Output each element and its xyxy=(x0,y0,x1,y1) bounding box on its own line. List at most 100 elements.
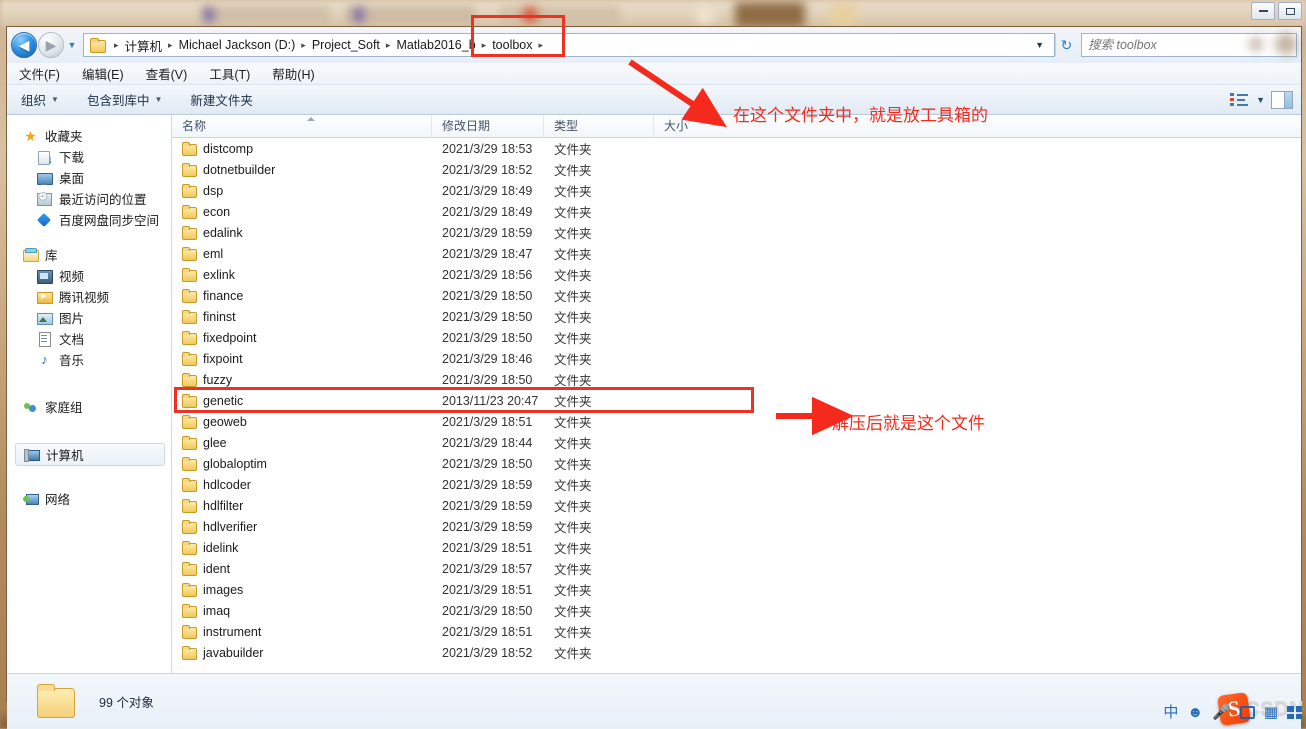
table-row[interactable]: instrument2021/3/29 18:51文件夹 xyxy=(172,621,1301,642)
file-name-cell: dotnetbuilder xyxy=(172,163,442,177)
sidebar-item-documents[interactable]: 文档 xyxy=(7,328,171,349)
table-row[interactable]: globaloptim2021/3/29 18:50文件夹 xyxy=(172,453,1301,474)
file-name-label: exlink xyxy=(203,268,235,282)
menu-item-help[interactable]: 帮助(H) xyxy=(272,64,314,83)
folder-icon xyxy=(182,142,196,155)
sidebar-item-music[interactable]: ♪ 音乐 xyxy=(7,349,171,370)
column-header-size[interactable]: 大小 xyxy=(654,115,774,138)
sidebar-label: 收藏夹 xyxy=(45,126,83,145)
search-box[interactable] xyxy=(1081,33,1297,57)
table-row[interactable]: exlink2021/3/29 18:56文件夹 xyxy=(172,264,1301,285)
search-input[interactable] xyxy=(1088,38,1290,52)
menu-bar: 文件(F) 编辑(E) 查看(V) 工具(T) 帮助(H) xyxy=(7,63,1301,85)
file-name-label: imaq xyxy=(203,604,230,618)
table-row[interactable]: dotnetbuilder2021/3/29 18:52文件夹 xyxy=(172,159,1301,180)
sidebar-item-downloads[interactable]: 下载 xyxy=(7,146,171,167)
include-in-library-button[interactable]: 包含到库中 ▼ xyxy=(87,90,162,109)
table-row[interactable]: imaq2021/3/29 18:50文件夹 xyxy=(172,600,1301,621)
file-name-label: finance xyxy=(203,289,243,303)
table-row[interactable]: hdlfilter2021/3/29 18:59文件夹 xyxy=(172,495,1301,516)
file-name-cell: imaq xyxy=(172,604,442,618)
table-row[interactable]: ident2021/3/29 18:57文件夹 xyxy=(172,558,1301,579)
sidebar-item-libraries[interactable]: 库 xyxy=(7,244,171,265)
sidebar-label: 百度网盘同步空间 xyxy=(59,210,159,229)
explorer-body: ★ 收藏夹 下载 桌面 最近访问的位置 百度网盘同步空间 xyxy=(7,115,1301,673)
table-row[interactable]: idelink2021/3/29 18:51文件夹 xyxy=(172,537,1301,558)
forward-button[interactable]: ▶ xyxy=(38,32,64,58)
breadcrumb-dropdown-icon[interactable]: ▼ xyxy=(1027,40,1052,50)
sidebar-item-pictures[interactable]: 图片 xyxy=(7,307,171,328)
file-list-pane[interactable]: 名称 修改日期 类型 大小 distcomp2021/3/29 18:53文件夹… xyxy=(172,115,1301,673)
table-row[interactable]: geoweb2021/3/29 18:51文件夹 xyxy=(172,411,1301,432)
table-row[interactable]: fininst2021/3/29 18:50文件夹 xyxy=(172,306,1301,327)
column-header-date[interactable]: 修改日期 xyxy=(432,115,544,138)
sidebar-item-recent-places[interactable]: 最近访问的位置 xyxy=(7,188,171,209)
column-header-type[interactable]: 类型 xyxy=(544,115,654,138)
ime-chinese-icon[interactable]: 中 xyxy=(1163,705,1178,720)
table-row[interactable]: distcomp2021/3/29 18:53文件夹 xyxy=(172,138,1301,159)
breadcrumb[interactable]: ▸ 计算机 ▸ Michael Jackson (D:) ▸ Project_S… xyxy=(83,33,1055,57)
table-row[interactable]: eml2021/3/29 18:47文件夹 xyxy=(172,243,1301,264)
table-row[interactable]: econ2021/3/29 18:49文件夹 xyxy=(172,201,1301,222)
menu-item-view[interactable]: 查看(V) xyxy=(146,64,188,83)
ime-smiley-icon[interactable]: ☻ xyxy=(1187,705,1203,720)
new-folder-button[interactable]: 新建文件夹 xyxy=(190,90,253,109)
table-row[interactable]: fixpoint2021/3/29 18:46文件夹 xyxy=(172,348,1301,369)
file-name-cell: geoweb xyxy=(172,415,442,429)
table-row[interactable]: edalink2021/3/29 18:59文件夹 xyxy=(172,222,1301,243)
breadcrumb-item-project-soft[interactable]: Project_Soft xyxy=(311,36,381,54)
folder-icon xyxy=(182,289,196,302)
sidebar-item-tencent-video[interactable]: 腾讯视频 xyxy=(7,286,171,307)
organize-button[interactable]: 组织 ▼ xyxy=(21,90,59,109)
view-mode-icon[interactable] xyxy=(1230,92,1250,108)
table-row[interactable]: fixedpoint2021/3/29 18:50文件夹 xyxy=(172,327,1301,348)
ime-keyboard-icon[interactable] xyxy=(1240,706,1255,719)
ime-menu-icon[interactable] xyxy=(1287,706,1302,719)
sidebar-item-network[interactable]: 网络 xyxy=(7,488,171,509)
menu-item-edit[interactable]: 编辑(E) xyxy=(82,64,124,83)
table-row[interactable]: javabuilder2021/3/29 18:52文件夹 xyxy=(172,642,1301,663)
navigation-sidebar[interactable]: ★ 收藏夹 下载 桌面 最近访问的位置 百度网盘同步空间 xyxy=(7,115,172,673)
breadcrumb-item-toolbox[interactable]: toolbox xyxy=(491,36,533,54)
ime-microphone-icon[interactable]: 🎤 xyxy=(1212,705,1231,720)
column-header-name[interactable]: 名称 xyxy=(172,115,432,138)
refresh-icon[interactable]: ↻ xyxy=(1055,34,1077,56)
restore-button[interactable] xyxy=(1278,2,1302,20)
sidebar-item-desktop[interactable]: 桌面 xyxy=(7,167,171,188)
table-row[interactable]: images2021/3/29 18:51文件夹 xyxy=(172,579,1301,600)
ime-screenshot-icon[interactable]: ▦ xyxy=(1264,705,1278,720)
breadcrumb-item-drive[interactable]: Michael Jackson (D:) xyxy=(178,36,297,54)
file-type-cell: 文件夹 xyxy=(554,412,664,431)
table-row[interactable]: fuzzy2021/3/29 18:50文件夹 xyxy=(172,369,1301,390)
breadcrumb-item-matlab[interactable]: Matlab2016_b xyxy=(395,36,476,54)
preview-pane-button[interactable] xyxy=(1271,91,1293,109)
file-date-cell: 2021/3/29 18:53 xyxy=(442,142,554,156)
file-type-cell: 文件夹 xyxy=(554,580,664,599)
sidebar-item-videos[interactable]: 视频 xyxy=(7,265,171,286)
folder-icon xyxy=(182,583,196,596)
breadcrumb-item-computer[interactable]: 计算机 xyxy=(124,34,164,57)
minimize-button[interactable] xyxy=(1251,2,1275,20)
sidebar-item-favorites[interactable]: ★ 收藏夹 xyxy=(7,125,171,146)
chevron-down-icon[interactable]: ▼ xyxy=(1256,95,1265,105)
table-row[interactable]: genetic2013/11/23 20:47文件夹 xyxy=(172,390,1301,411)
sidebar-item-homegroup[interactable]: 家庭组 xyxy=(7,396,171,417)
menu-item-tools[interactable]: 工具(T) xyxy=(209,64,250,83)
sidebar-item-computer[interactable]: 计算机 xyxy=(15,443,165,466)
file-name-cell: econ xyxy=(172,205,442,219)
table-row[interactable]: hdlcoder2021/3/29 18:59文件夹 xyxy=(172,474,1301,495)
table-row[interactable]: dsp2021/3/29 18:49文件夹 xyxy=(172,180,1301,201)
menu-item-file[interactable]: 文件(F) xyxy=(19,64,60,83)
table-row[interactable]: finance2021/3/29 18:50文件夹 xyxy=(172,285,1301,306)
sidebar-item-baidu-netdisk[interactable]: 百度网盘同步空间 xyxy=(7,209,171,230)
background-blob xyxy=(355,8,363,22)
file-name-cell: globaloptim xyxy=(172,457,442,471)
table-row[interactable]: glee2021/3/29 18:44文件夹 xyxy=(172,432,1301,453)
back-button[interactable]: ◀ xyxy=(11,32,37,58)
table-row[interactable]: hdlverifier2021/3/29 18:59文件夹 xyxy=(172,516,1301,537)
history-dropdown-icon[interactable]: ▼ xyxy=(65,27,79,63)
file-name-cell: ident xyxy=(172,562,442,576)
file-date-cell: 2021/3/29 18:50 xyxy=(442,457,554,471)
file-type-cell: 文件夹 xyxy=(554,328,664,347)
ime-toolbar[interactable]: 中 ☻ 🎤 ▦ xyxy=(1163,705,1302,720)
